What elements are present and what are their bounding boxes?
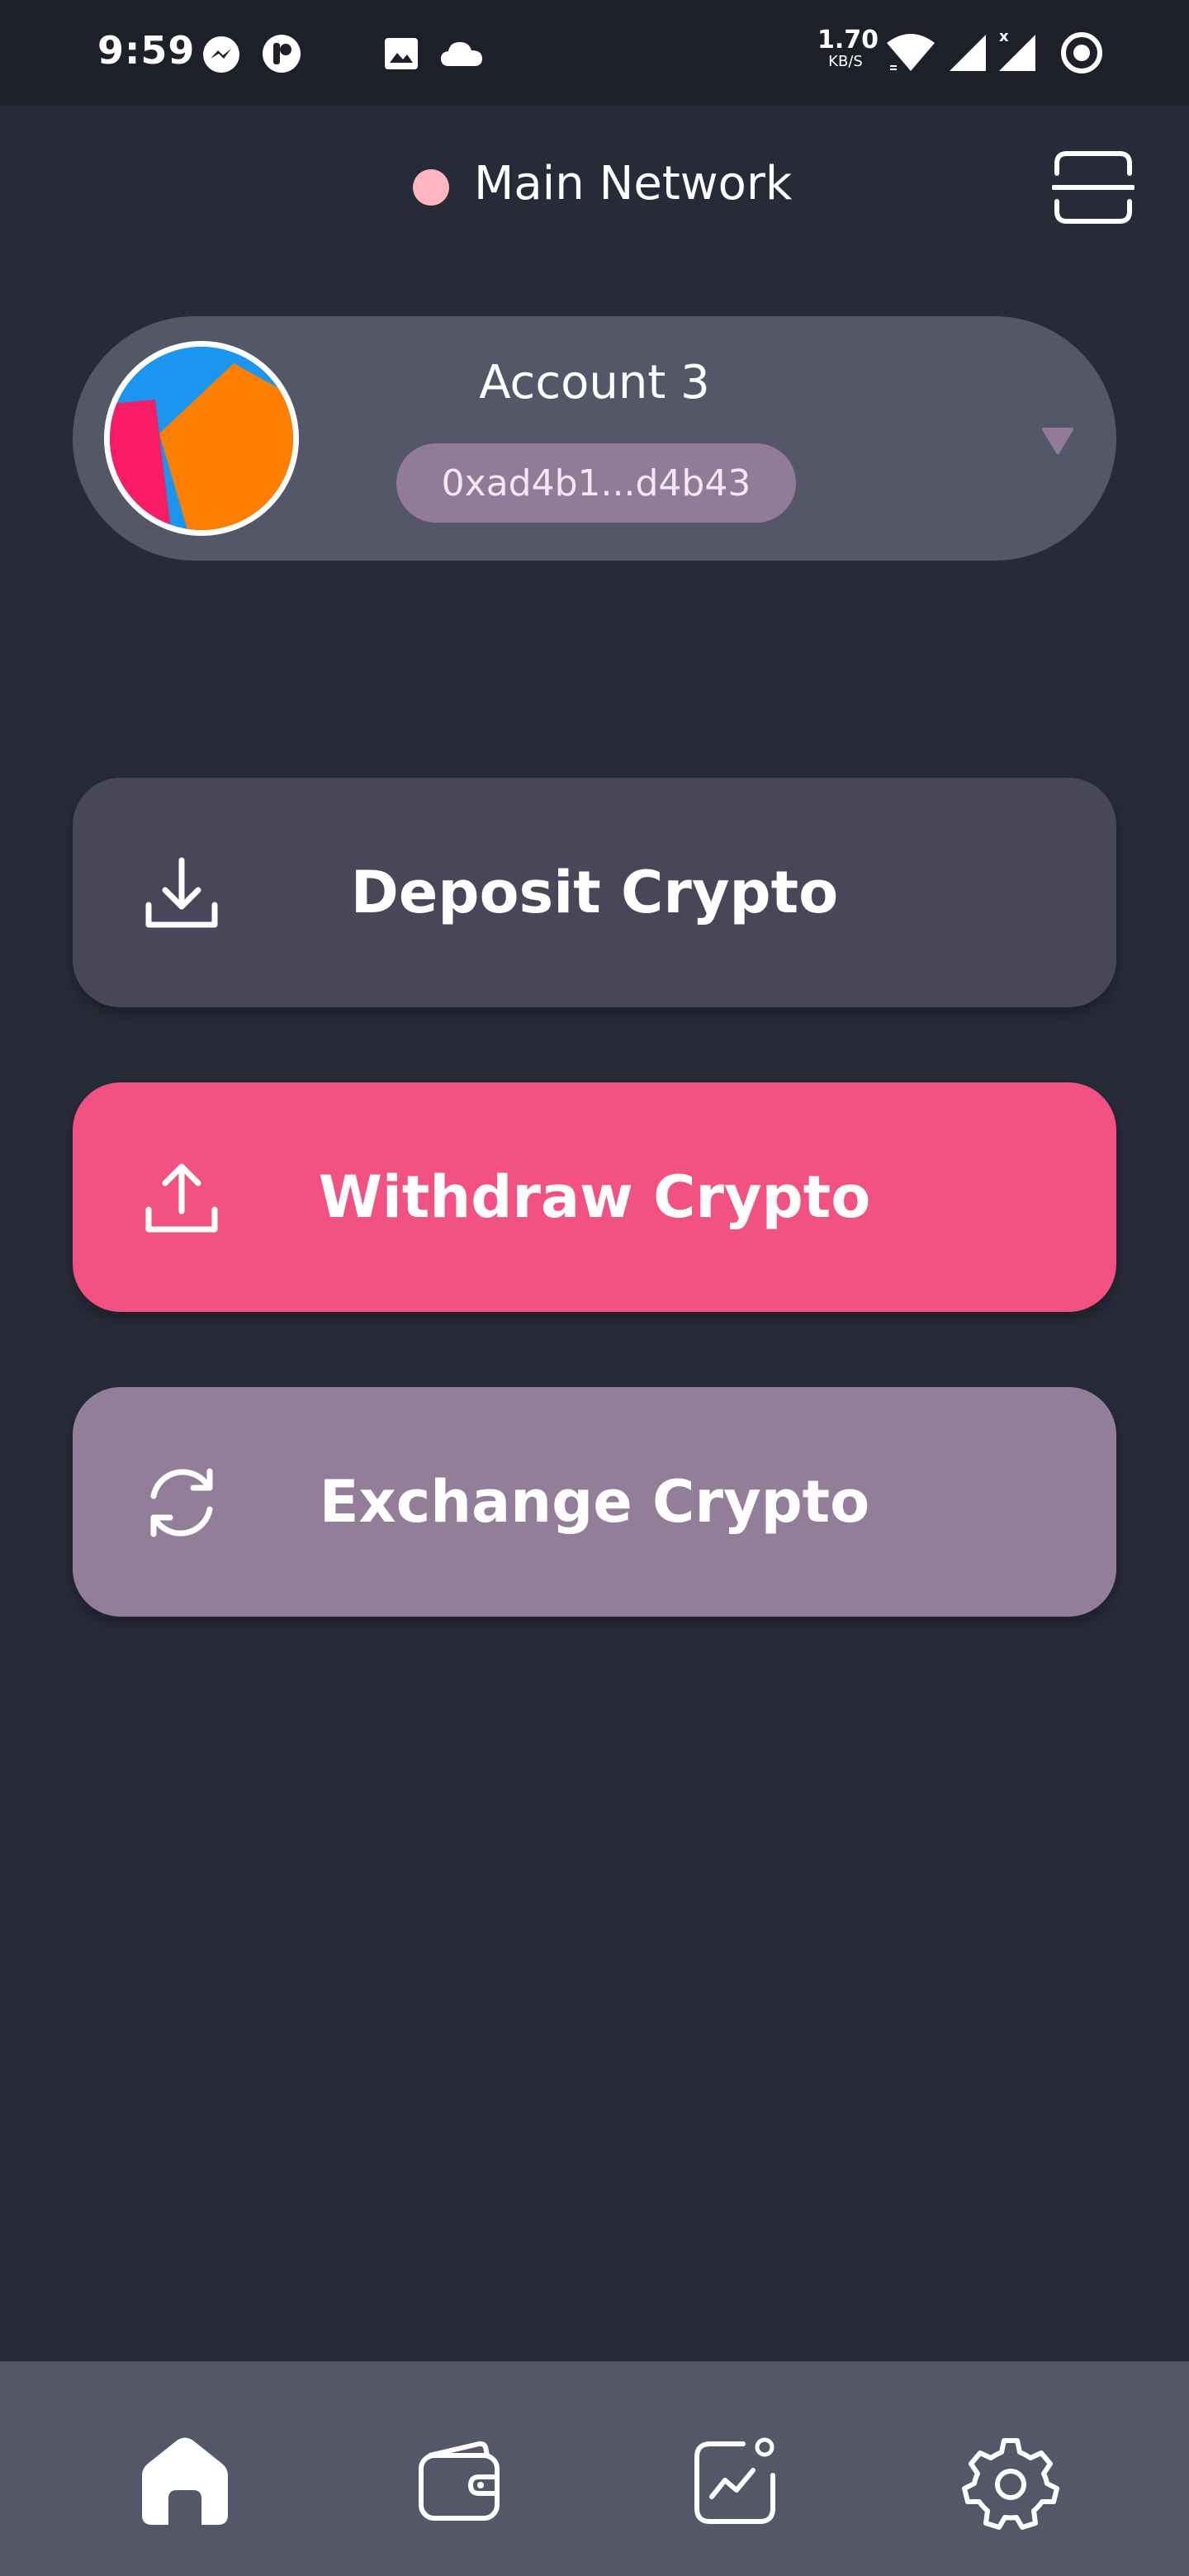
exchange-crypto-label: Exchange Crypto — [319, 1468, 870, 1536]
net-speed: 1.70 KB/S — [817, 26, 879, 70]
home-icon — [142, 2437, 228, 2525]
nav-settings[interactable] — [961, 2432, 1060, 2531]
net-speed-value: 1.70 — [817, 26, 879, 54]
wallet-icon — [419, 2441, 500, 2521]
scan-icon — [1051, 151, 1135, 224]
account-address-text: 0xad4b1...d4b43 — [441, 462, 751, 504]
nav-wallet[interactable] — [410, 2432, 509, 2531]
nav-home[interactable] — [135, 2432, 234, 2531]
bottom-nav — [0, 2361, 1189, 2576]
scan-button[interactable] — [1051, 149, 1135, 226]
withdraw-crypto-button[interactable]: Withdraw Crypto — [73, 1082, 1116, 1312]
image-icon — [383, 36, 419, 74]
gear-icon — [962, 2438, 1059, 2530]
account-selector[interactable]: Account 3 0xad4b1...d4b43 — [73, 316, 1116, 561]
account-address[interactable]: 0xad4b1...d4b43 — [396, 443, 796, 523]
signal-icon — [948, 33, 988, 76]
app-screen: 9:59 1.70 KB/S x Main Network Account 3 … — [0, 0, 1189, 2576]
messenger-icon — [201, 35, 241, 78]
chart-icon — [694, 2437, 775, 2524]
deposit-crypto-button[interactable]: Deposit Crypto — [73, 778, 1116, 1007]
cloud-icon — [439, 40, 484, 71]
network-name[interactable]: Main Network — [474, 157, 792, 211]
network-status-dot — [413, 169, 449, 206]
account-name: Account 3 — [479, 356, 710, 410]
deposit-crypto-label: Deposit Crypto — [350, 859, 839, 926]
status-time: 9:59 — [97, 28, 196, 73]
exchange-crypto-button[interactable]: Exchange Crypto — [73, 1387, 1116, 1617]
app-notification-icon — [261, 33, 302, 78]
status-bar: 9:59 1.70 KB/S x — [0, 0, 1189, 106]
withdraw-crypto-label: Withdraw Crypto — [318, 1163, 871, 1231]
record-icon — [1060, 31, 1103, 78]
caret-down-icon[interactable] — [1040, 426, 1075, 456]
nav-activity[interactable] — [685, 2432, 784, 2531]
wifi-icon — [885, 33, 936, 76]
net-speed-unit: KB/S — [828, 53, 863, 70]
signal-no-data-icon: x — [996, 28, 1037, 76]
svg-text:x: x — [999, 28, 1009, 45]
